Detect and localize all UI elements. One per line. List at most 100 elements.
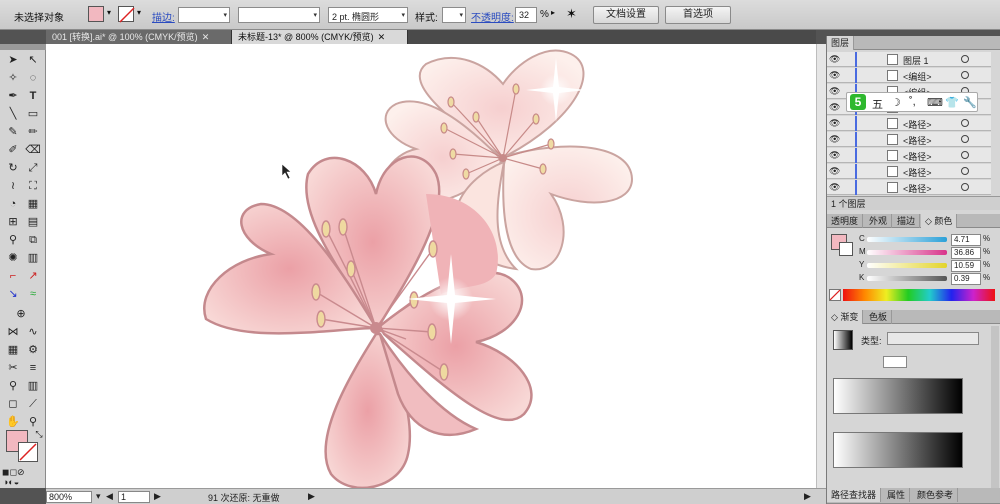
next-artboard-icon[interactable]: ▶ xyxy=(154,491,161,502)
tab-attributes[interactable]: 属性 xyxy=(883,488,911,502)
punctuation-icon[interactable]: ˚, xyxy=(909,96,916,108)
channel-slider[interactable] xyxy=(867,276,947,281)
layer-name[interactable]: <编组> xyxy=(903,70,932,83)
list-icon[interactable]: ≡ xyxy=(24,360,42,376)
tab-layers[interactable]: 图层 xyxy=(827,36,855,50)
draw-mode-icon[interactable]: ◑◐◒ xyxy=(2,474,20,490)
layer-name[interactable]: 图层 1 xyxy=(903,54,929,67)
color-stroke-swatch[interactable] xyxy=(839,242,853,256)
warp-tool-icon[interactable]: ≀ xyxy=(4,178,22,194)
column-graph-icon[interactable]: ▥ xyxy=(24,250,42,266)
tab-document-001[interactable]: 001 [转换].ai* @ 100% (CMYK/预览) ✕ xyxy=(46,30,232,44)
recolor-icon[interactable]: ✶ xyxy=(566,6,577,22)
tab-pathfinder[interactable]: 路径查找器 xyxy=(827,488,882,502)
gradient-type-dropdown[interactable] xyxy=(887,332,979,345)
pen-tool-icon[interactable]: ✒ xyxy=(4,88,22,104)
tab-color-guide[interactable]: 颜色参考 xyxy=(913,488,959,502)
layer-name[interactable]: <路径> xyxy=(903,166,932,179)
layer-row[interactable]: 👁 <路径> xyxy=(827,116,991,131)
tab-gradient[interactable]: ◇ 渐变 xyxy=(827,310,864,324)
gradient-ramp-2[interactable] xyxy=(833,432,963,468)
layer-name[interactable]: <路径> xyxy=(903,150,932,163)
opacity-field[interactable]: 32 xyxy=(515,7,537,23)
wave-tool-icon[interactable]: ∿ xyxy=(24,324,42,340)
selection-tool-icon[interactable]: ➤ xyxy=(4,52,22,68)
width-tool-icon[interactable]: ⋈ xyxy=(4,324,22,340)
opacity-label[interactable]: 不透明度: xyxy=(471,9,514,24)
close-icon[interactable]: ✕ xyxy=(202,32,210,42)
scale-tool-icon[interactable]: ⤢ xyxy=(24,160,42,176)
channel-slider[interactable] xyxy=(867,237,947,242)
status-menu-icon[interactable]: ▶ xyxy=(308,491,315,502)
layer-name[interactable]: <路径> xyxy=(903,118,932,131)
channel-value-field[interactable]: 0.39 xyxy=(951,273,981,285)
document-setup-button[interactable]: 文档设置 xyxy=(593,6,659,24)
slice-2-icon[interactable]: ⟋ xyxy=(24,396,42,412)
channel-value-field[interactable]: 36.86 xyxy=(951,247,981,259)
chart-tool-icon[interactable]: ⚙ xyxy=(24,342,42,358)
layer-row[interactable]: 👁 <路径> xyxy=(827,132,991,147)
channel-slider[interactable] xyxy=(867,250,947,255)
symbol-sprayer-icon[interactable]: ✺ xyxy=(4,250,22,266)
rotate-tool-icon[interactable]: ↻ xyxy=(4,160,22,176)
type-tool-icon[interactable]: T xyxy=(24,88,42,104)
gradient-angle-field[interactable] xyxy=(883,356,907,368)
keyboard-icon[interactable]: ⌨ xyxy=(927,96,943,109)
color-spectrum[interactable] xyxy=(843,289,995,301)
paintbrush-tool-icon[interactable]: ✎ xyxy=(4,124,22,140)
shape-builder-icon[interactable]: ◔ xyxy=(4,196,22,212)
skin-icon[interactable]: 👕 xyxy=(945,96,959,109)
visibility-eye-icon[interactable]: 👁 xyxy=(829,102,840,113)
blob-brush-icon[interactable]: ✐ xyxy=(4,142,22,158)
perspective-grid-icon[interactable]: ▦ xyxy=(24,196,42,212)
tab-appearance[interactable]: 外观 xyxy=(865,214,893,228)
gradient-tool-icon[interactable]: ▤ xyxy=(24,214,42,230)
layer-row[interactable]: 👁 <路径> xyxy=(827,180,991,195)
style-dropdown[interactable]: ▾ xyxy=(442,7,466,23)
gradient-ramp-1[interactable] xyxy=(833,378,963,414)
zoom-green-icon[interactable]: ≈ xyxy=(24,286,42,302)
stroke-dropdown-icon[interactable]: ▾ xyxy=(137,8,141,17)
visibility-eye-icon[interactable]: 👁 xyxy=(829,182,840,193)
artboard-2-icon[interactable]: ◻ xyxy=(4,396,22,412)
eyedropper-2-icon[interactable]: ⚲ xyxy=(4,378,22,394)
canvas-vertical-scrollbar[interactable] xyxy=(816,44,826,488)
tab-swatches[interactable]: 色板 xyxy=(865,310,893,324)
measure-icon[interactable]: ▥ xyxy=(24,378,42,394)
target-circle-icon[interactable] xyxy=(961,71,969,79)
artboard-canvas[interactable] xyxy=(46,44,816,490)
moon-icon[interactable]: ☽ xyxy=(891,96,901,109)
scroll-right-icon[interactable]: ▶ xyxy=(804,491,811,502)
zoom-dropdown-icon[interactable]: ▾ xyxy=(96,491,101,502)
visibility-eye-icon[interactable]: 👁 xyxy=(829,118,840,129)
channel-value-field[interactable]: 4.71 xyxy=(951,234,981,246)
page-field[interactable]: 1 xyxy=(118,491,150,503)
none-color-icon[interactable] xyxy=(829,289,841,301)
eraser-tool-icon[interactable]: ⌫ xyxy=(24,142,42,158)
zoom-field[interactable]: 800% xyxy=(46,491,92,503)
channel-slider[interactable] xyxy=(867,263,947,268)
gradient-scrollbar[interactable] xyxy=(991,326,999,496)
stroke-label[interactable]: 描边: xyxy=(152,9,175,24)
stroke-swatch[interactable] xyxy=(118,6,135,23)
visibility-eye-icon[interactable]: 👁 xyxy=(829,134,840,145)
tab-transparency[interactable]: 透明度 xyxy=(827,214,864,228)
visibility-eye-icon[interactable]: 👁 xyxy=(829,70,840,81)
magic-wand-icon[interactable]: ✧ xyxy=(4,70,22,86)
tab-color[interactable]: ◇ 颜色 xyxy=(921,214,958,228)
ime-logo-icon[interactable]: 5 xyxy=(850,94,866,110)
crosshair-icon[interactable]: ⊕ xyxy=(12,306,30,322)
free-transform-icon[interactable]: ⛶ xyxy=(24,178,42,194)
fill-dropdown-icon[interactable]: ▾ xyxy=(107,8,111,17)
tab-untitled-13[interactable]: 未标题-13* @ 800% (CMYK/预览) ✕ xyxy=(232,30,408,44)
visibility-eye-icon[interactable]: 👁 xyxy=(829,86,840,97)
opacity-dropdown-icon[interactable]: ▸ xyxy=(551,8,555,17)
layer-row[interactable]: 👁 <路径> xyxy=(827,148,991,163)
layer-row[interactable]: 👁 <路径> xyxy=(827,164,991,179)
visibility-eye-icon[interactable]: 👁 xyxy=(829,150,840,161)
prev-artboard-icon[interactable]: ◀ xyxy=(106,491,113,502)
layer-name[interactable]: <路径> xyxy=(903,134,932,147)
target-circle-icon[interactable] xyxy=(961,183,969,191)
ime-mode[interactable]: 五 xyxy=(872,96,883,112)
hand-tool-icon[interactable]: ✋ xyxy=(4,414,22,430)
